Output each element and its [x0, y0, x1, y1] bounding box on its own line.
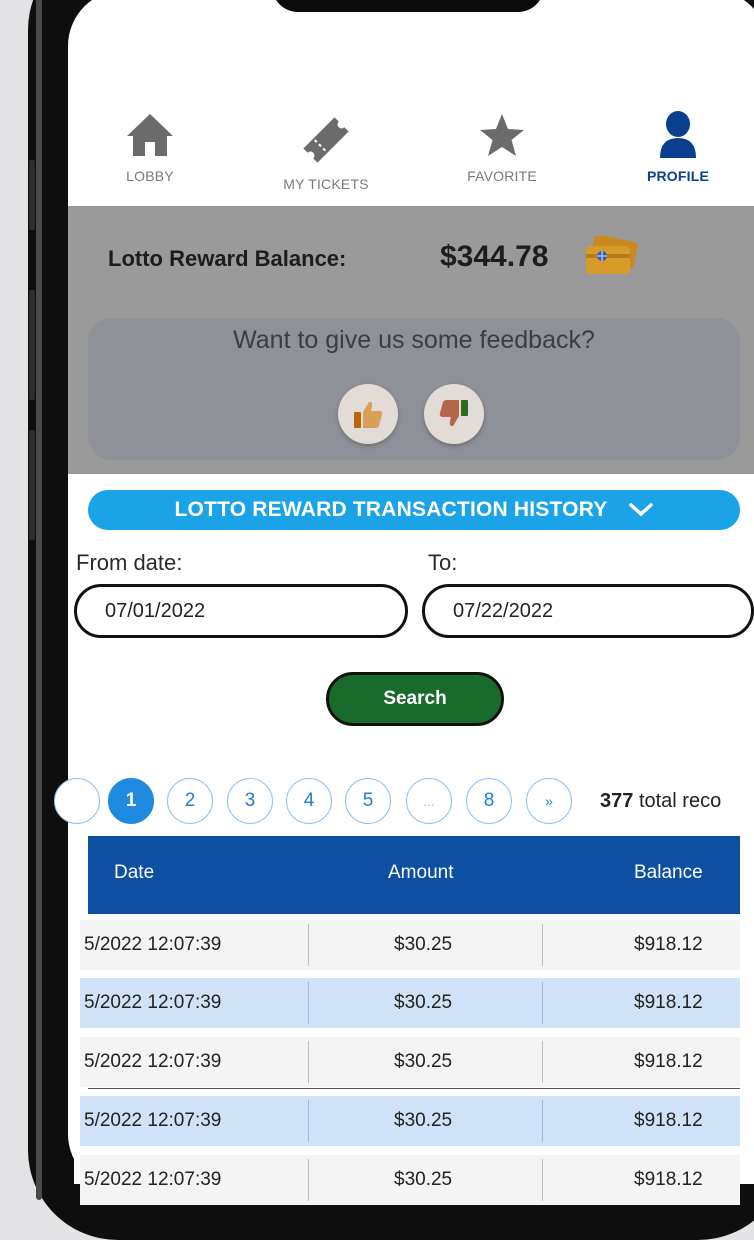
total-records: 377 total reco: [600, 790, 721, 813]
table-row[interactable]: 5/2022 12:07:39 $30.25 $918.12: [80, 1096, 740, 1146]
column-divider: [308, 1041, 309, 1083]
balance-label: Lotto Reward Balance:: [108, 246, 347, 271]
cell-balance: $918.12: [634, 992, 703, 1013]
star-icon: [480, 114, 524, 156]
column-divider: [542, 1100, 543, 1142]
pagination-next-button[interactable]: »: [526, 778, 572, 824]
cell-balance: $918.12: [634, 934, 703, 955]
column-header-balance[interactable]: Balance: [634, 862, 703, 884]
column-divider: [542, 982, 543, 1024]
balance-value: $344.78: [440, 240, 549, 273]
nav-item-my-tickets[interactable]: MY TICKETS: [256, 112, 396, 202]
cell-date: 5/2022 12:07:39: [84, 1110, 222, 1131]
to-date-label: To:: [428, 550, 458, 575]
column-divider: [308, 924, 309, 966]
row-divider: [88, 1088, 740, 1089]
home-icon: [127, 114, 173, 156]
cell-date: 5/2022 12:07:39: [84, 934, 222, 955]
nav-label-my-tickets: MY TICKETS: [283, 176, 369, 192]
column-divider: [308, 1159, 309, 1201]
chevron-down-icon: [628, 503, 653, 517]
to-date-input[interactable]: [422, 584, 754, 638]
total-records-count: 377: [600, 790, 634, 812]
nav-label-favorite: FAVORITE: [467, 168, 537, 184]
phone-frame-edge: [36, 0, 42, 1200]
cell-balance: $918.12: [634, 1110, 703, 1131]
cell-balance: $918.12: [634, 1051, 703, 1072]
search-button[interactable]: Search: [326, 672, 504, 726]
transaction-history-toggle[interactable]: LOTTO REWARD TRANSACTION HISTORY: [88, 490, 740, 530]
thumbs-down-button[interactable]: [424, 384, 484, 444]
thumbs-up-button[interactable]: [338, 384, 398, 444]
thumbs-up-icon: [354, 401, 383, 428]
total-records-suffix: total reco: [638, 790, 722, 812]
pagination-ellipsis: ...: [406, 778, 452, 824]
table-row[interactable]: 5/2022 12:07:39 $30.25 $918.12: [80, 1155, 740, 1205]
pagination-page-8[interactable]: 8: [466, 778, 512, 824]
column-divider: [308, 1100, 309, 1142]
reward-card-icon: [586, 236, 638, 274]
nav-label-profile: PROFILE: [646, 168, 710, 184]
history-title: LOTTO REWARD TRANSACTION HISTORY: [174, 498, 608, 521]
cell-date: 5/2022 12:07:39: [84, 992, 222, 1013]
column-divider: [308, 982, 309, 1024]
column-header-date[interactable]: Date: [114, 862, 154, 884]
cell-amount: $30.25: [394, 1110, 453, 1131]
thumbs-down-icon: [439, 400, 468, 427]
cell-date: 5/2022 12:07:39: [84, 1051, 222, 1072]
phone-side-button: [29, 290, 35, 400]
pagination-page-4[interactable]: 4: [286, 778, 332, 824]
cell-amount: $30.25: [394, 1169, 453, 1190]
cell-date: 5/2022 12:07:39: [84, 1169, 222, 1190]
phone-notch: [272, 0, 544, 12]
feedback-prompt: Want to give us some feedback?: [233, 326, 595, 354]
table-row[interactable]: 5/2022 12:07:39 $30.25 $918.12: [80, 920, 740, 970]
phone-side-button: [29, 430, 35, 540]
nav-item-favorite[interactable]: FAVORITE: [432, 110, 572, 200]
pagination-page-5[interactable]: 5: [345, 778, 391, 824]
ticket-icon: [303, 117, 349, 163]
nav-item-lobby[interactable]: LOBBY: [80, 110, 220, 200]
table-row[interactable]: 5/2022 12:07:39 $30.25 $918.12: [80, 1037, 740, 1087]
column-divider: [542, 1159, 543, 1201]
pagination-page-1[interactable]: 1: [108, 778, 154, 824]
from-date-input[interactable]: [74, 584, 408, 638]
pagination-prev-button[interactable]: [54, 778, 100, 824]
user-icon: [660, 111, 696, 158]
cell-amount: $30.25: [394, 934, 453, 955]
cell-balance: $918.12: [634, 1169, 703, 1190]
phone-side-button: [29, 160, 35, 230]
column-header-amount[interactable]: Amount: [388, 862, 453, 884]
cell-amount: $30.25: [394, 992, 453, 1013]
nav-item-profile[interactable]: PROFILE: [608, 110, 748, 200]
column-divider: [542, 924, 543, 966]
table-row[interactable]: 5/2022 12:07:39 $30.25 $918.12: [80, 978, 740, 1028]
cell-amount: $30.25: [394, 1051, 453, 1072]
pagination-page-2[interactable]: 2: [167, 778, 213, 824]
nav-label-lobby: LOBBY: [126, 168, 174, 184]
pagination-page-3[interactable]: 3: [227, 778, 273, 824]
from-date-label: From date:: [76, 550, 183, 575]
column-divider: [542, 1041, 543, 1083]
